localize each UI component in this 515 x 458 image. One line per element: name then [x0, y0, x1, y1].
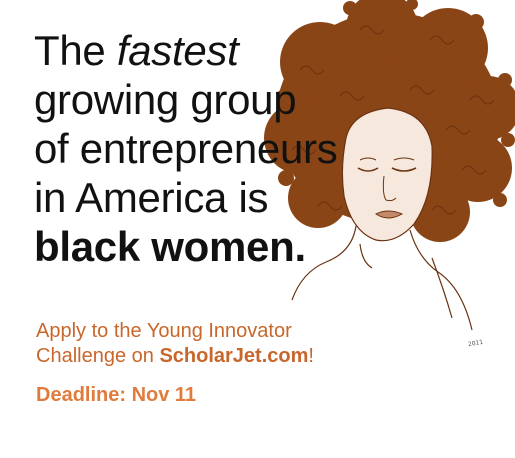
headline-line-2: growing group	[34, 76, 297, 123]
cta-prefix: Challenge on	[36, 345, 160, 367]
cta-line-1: Apply to the Young Innovator	[36, 320, 292, 342]
headline-line-5: black women.	[34, 223, 306, 270]
headline: The fastest growing group of entrepreneu…	[34, 26, 454, 271]
headline-line-3: of entrepreneurs	[34, 125, 338, 172]
headline-prefix: The	[34, 27, 117, 74]
headline-line-4: in America is	[34, 174, 269, 221]
deadline-text: Deadline: Nov 11	[36, 384, 197, 406]
scholarjet-link[interactable]: ScholarJet.com	[159, 345, 308, 367]
call-to-action: Apply to the Young Innovator Challenge o…	[36, 319, 456, 369]
cta-suffix: !	[308, 345, 314, 367]
headline-emphasis: fastest	[116, 27, 239, 74]
headline-line-1: The fastest	[34, 26, 454, 75]
cta-line-2: Challenge on ScholarJet.com!	[36, 344, 456, 369]
